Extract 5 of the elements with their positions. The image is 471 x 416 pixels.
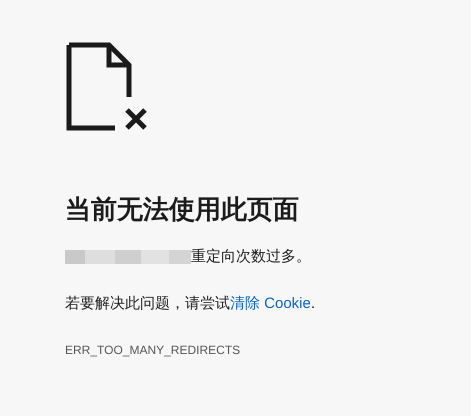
error-code: ERR_TOO_MANY_REDIRECTS xyxy=(65,342,242,359)
clear-cookie-link[interactable]: 清除 Cookie xyxy=(230,294,311,312)
suggestion-text: 若要解决此问题，请尝试清除 Cookie. xyxy=(65,294,316,314)
error-heading: 当前无法使用此页面 xyxy=(65,193,300,226)
error-message: 重定向次数过多。 xyxy=(191,247,311,267)
